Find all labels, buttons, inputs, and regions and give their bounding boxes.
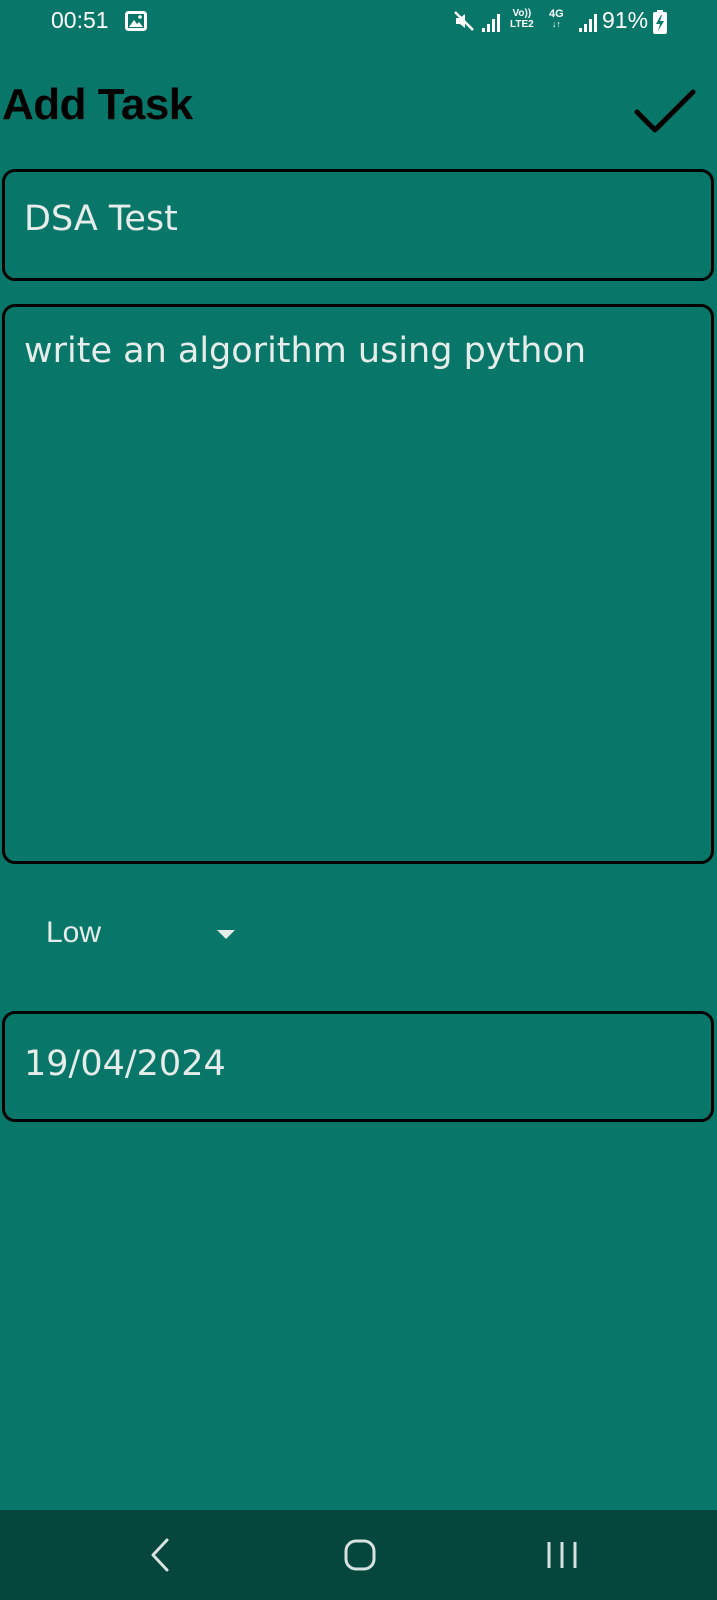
save-button[interactable]	[633, 86, 697, 138]
mute-icon	[454, 11, 474, 31]
volte-line1: Vo))	[512, 8, 532, 19]
battery-percent: 91%	[602, 7, 649, 33]
battery-charging-icon	[653, 10, 667, 34]
network-indicator: 4G ↓↑	[549, 8, 564, 29]
system-nav-bar	[0, 1510, 717, 1600]
home-icon[interactable]	[335, 1530, 385, 1580]
signal-icon	[482, 14, 500, 32]
priority-selected-value: Low	[46, 916, 102, 949]
check-icon	[634, 89, 696, 133]
data-arrows-icon: ↓↑	[551, 19, 561, 29]
task-description-value: write an algorithm using python	[24, 331, 587, 371]
signal-icon	[579, 14, 597, 32]
priority-dropdown[interactable]: Low	[44, 912, 244, 962]
gallery-icon	[125, 11, 147, 31]
task-date-value: 19/04/2024	[24, 1044, 226, 1084]
status-right: Vo)) LTE2 4G ↓↑ 91%	[437, 0, 717, 44]
task-title-input[interactable]: DSA Test	[2, 169, 714, 281]
task-date-input[interactable]: 19/04/2024	[2, 1011, 714, 1122]
page-title: Add Task	[2, 80, 193, 129]
volte-indicator: Vo)) LTE2	[510, 8, 534, 30]
status-bar: 00:51 Vo)) LTE2 4G ↓↑ 91%	[0, 0, 717, 44]
recents-icon[interactable]	[537, 1530, 587, 1580]
status-time: 00:51	[51, 7, 109, 33]
task-description-input[interactable]: write an algorithm using python	[2, 304, 714, 864]
chevron-down-icon	[217, 930, 235, 939]
back-icon[interactable]	[137, 1530, 187, 1580]
task-title-value: DSA Test	[24, 199, 178, 239]
volte-line2: LTE2	[510, 19, 534, 30]
